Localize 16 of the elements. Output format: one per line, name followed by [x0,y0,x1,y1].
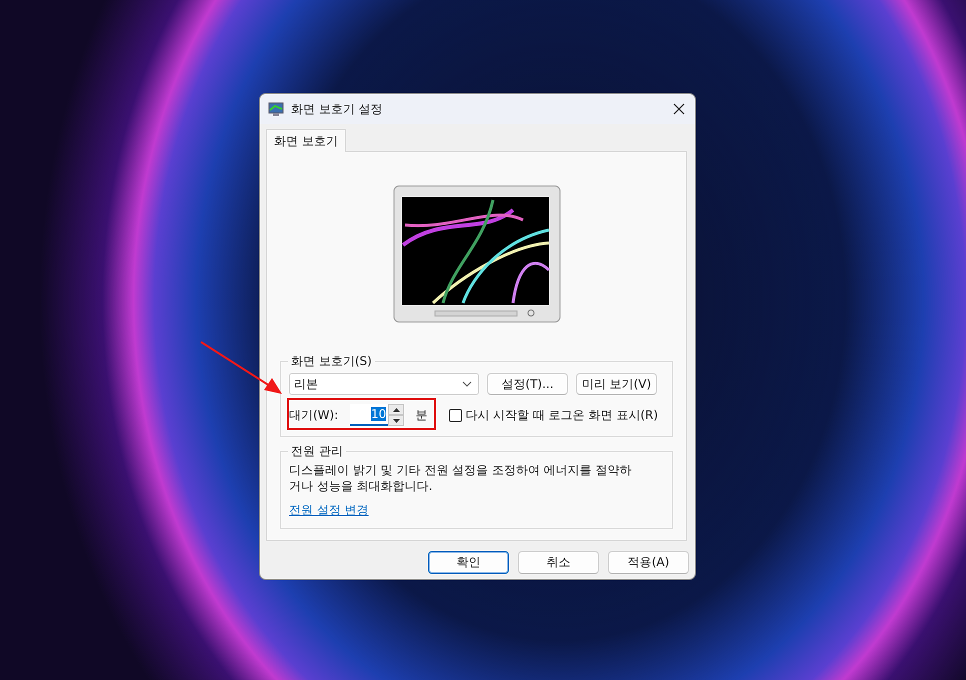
apply-button[interactable]: 적용(A) [608,551,689,574]
tab[interactable]: 화면 보호기 [266,129,346,152]
preview-button[interactable]: 미리 보기(V) [576,373,657,395]
window-title: 화면 보호기 설정 [291,100,384,118]
wait-minutes-field[interactable]: 10 [350,404,388,426]
settings-button[interactable]: 설정(T)... [487,373,568,395]
cancel-button[interactable]: 취소 [518,551,599,574]
power-settings-link[interactable]: 전원 설정 변경 [289,503,369,517]
power-description: 디스플레이 밝기 및 기타 전원 설정을 조정하여 에너지를 절약하거나 성능을 최대화합니다. [289,462,633,494]
group-label: 화면 보호기(S) [290,353,373,370]
ok-button[interactable]: 확인 [428,551,509,574]
minutes-unit-label: 분 [415,406,428,424]
screen-saver-dropdown[interactable]: 리본 [289,373,479,395]
wait-label: 대기(W): [289,406,338,424]
group-label: 전원 관리 [290,443,344,460]
logon-checkbox[interactable]: 다시 시작할 때 로그온 화면 표시(R) [449,406,658,424]
